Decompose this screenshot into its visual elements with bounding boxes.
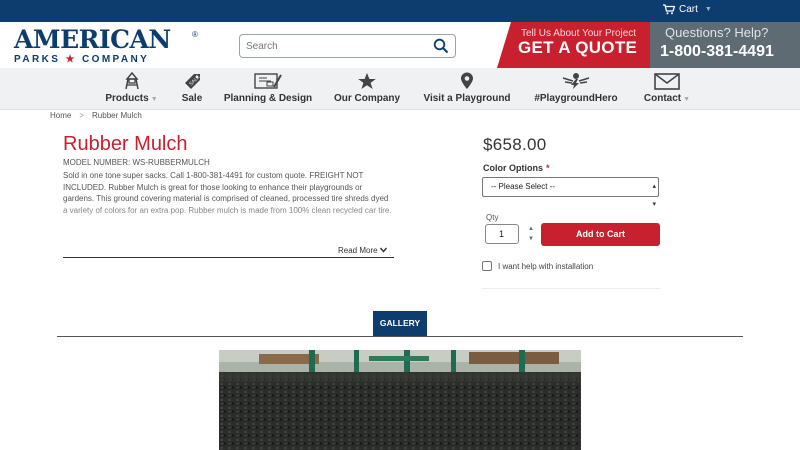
chevron-down-icon [379, 247, 387, 253]
nav-label-our-company: Our Company [333, 93, 401, 104]
search-icon[interactable] [433, 38, 449, 54]
nav-label-contact: Contact [643, 93, 682, 104]
breadcrumb-current: Rubber Mulch [92, 111, 142, 120]
qty-label: Qty [486, 213, 499, 222]
sale-tag-icon: SALE [185, 73, 202, 89]
help-question: Questions? Help? [665, 25, 769, 40]
logo-wordmark: AMERICAN [14, 25, 171, 54]
playground-icon [124, 72, 139, 90]
envelope-icon [654, 73, 680, 90]
read-more-divider [63, 257, 394, 258]
nav-label-products: Products [105, 93, 149, 104]
logo-company: COMPANY [82, 54, 150, 65]
breadcrumb-home[interactable]: Home [50, 111, 71, 120]
rubber-mulch-photo [219, 350, 581, 450]
nav-label-playground-hero: #PlaygroundHero [534, 93, 618, 104]
map-pin-icon [461, 72, 473, 89]
cart-icon [663, 4, 675, 15]
model-number: MODEL NUMBER: WS-RUBBERMULCH [63, 158, 210, 167]
star-icon [358, 73, 376, 89]
american-parks-logo[interactable]: AMERICAN ® PARKS ★ COMPANY [14, 26, 204, 66]
qty-stepper[interactable]: ▲ ▼ [525, 224, 537, 244]
gallery-divider [57, 336, 743, 337]
product-price: $658.00 [483, 135, 547, 154]
logo-registered-mark: ® [192, 30, 198, 39]
divider [482, 288, 660, 289]
nav-label-planning-design: Planning & Design [223, 93, 313, 104]
nav-item-contact[interactable]: Contact ▼ [641, 68, 693, 110]
color-options-label: Color Options * [483, 163, 550, 173]
chevron-down-icon: ▼ [704, 6, 712, 13]
nav-item-products[interactable]: Products ▼ [104, 68, 159, 110]
qty-input[interactable]: 1 [485, 224, 519, 244]
breadcrumb: Home > Rubber Mulch [50, 111, 142, 120]
main-nav: Products ▼ SALE Sale Planning & Design Ou… [0, 68, 800, 110]
cart-label: Cart [679, 4, 698, 15]
product-description: Sold in one tone super sacks. Call 1-800… [63, 171, 392, 215]
install-help-option[interactable]: I want help with installation [482, 261, 593, 271]
nav-item-playground-hero[interactable]: #PlaygroundHero [531, 68, 621, 110]
nav-item-sale[interactable]: SALE Sale [176, 68, 208, 110]
search-input[interactable] [240, 35, 420, 57]
color-select-value: -- Please Select -- [491, 182, 556, 191]
gallery-image-rubber-mulch[interactable] [219, 350, 581, 450]
color-options-select[interactable]: -- Please Select -- ▴ ▾ [482, 177, 659, 208]
logo-parks: PARKS [14, 54, 61, 65]
select-arrows-icon: ▴ ▾ [652, 183, 656, 208]
color-options-text: Color Options [483, 163, 543, 173]
hero-icon [562, 73, 590, 89]
site-header: AMERICAN ® PARKS ★ COMPANY Tell Us About… [0, 22, 800, 68]
phone-help-block[interactable]: Questions? Help? 1-800-381-4491 [650, 22, 800, 68]
tab-gallery[interactable]: GALLERY [373, 311, 427, 336]
quote-label: GET A QUOTE [518, 38, 638, 57]
install-help-label: I want help with installation [498, 261, 594, 271]
read-more-link[interactable]: Read More [338, 246, 387, 255]
read-more-label: Read More [338, 246, 378, 255]
phone-number: 1-800-381-4491 [660, 43, 774, 60]
nav-label-visit-a-playground: Visit a Playground [423, 93, 511, 104]
required-marker: * [546, 163, 550, 173]
nav-label-sale: Sale [181, 93, 203, 104]
blueprint-icon [254, 73, 282, 89]
breadcrumb-separator: > [79, 111, 85, 120]
nav-item-our-company[interactable]: Our Company [332, 68, 402, 110]
install-help-checkbox[interactable] [482, 261, 492, 271]
get-a-quote-button[interactable]: Tell Us About Your Project GET A QUOTE [497, 22, 650, 68]
nav-item-planning-design[interactable]: Planning & Design [222, 68, 314, 110]
top-bar: Cart ▼ [0, 0, 800, 22]
chevron-down-icon: ▼ [150, 96, 158, 103]
cart-link[interactable]: Cart ▼ [663, 4, 712, 15]
logo-subline: PARKS ★ COMPANY [14, 54, 149, 66]
chevron-down-icon: ▼ [683, 96, 691, 103]
nav-item-visit-a-playground[interactable]: Visit a Playground [421, 68, 513, 110]
product-title: Rubber Mulch [63, 133, 188, 155]
add-to-cart-button[interactable]: Add to Cart [541, 223, 660, 246]
search-box [239, 34, 456, 58]
logo-star-icon: ★ [65, 54, 77, 65]
